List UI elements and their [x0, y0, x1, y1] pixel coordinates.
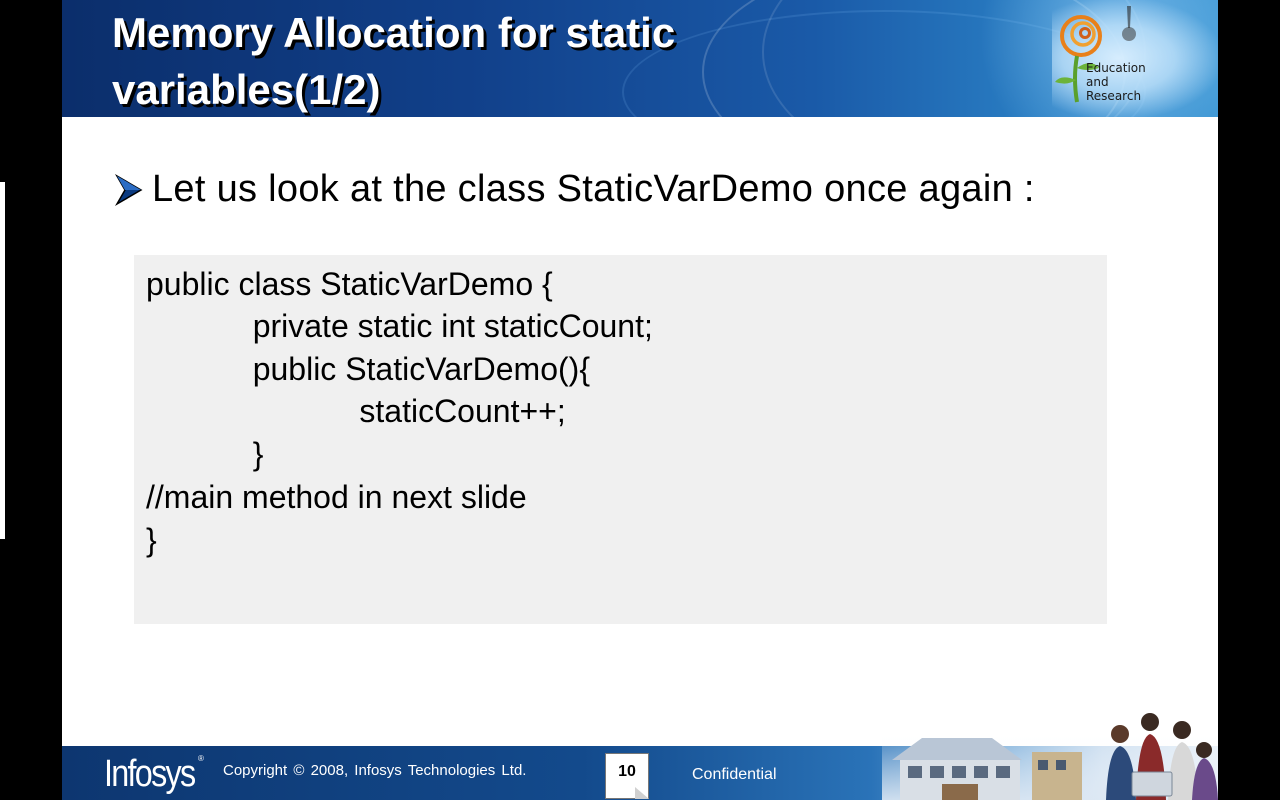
- page-title-line-2: variables(1/2): [112, 66, 381, 113]
- logo-caption: Education and Research: [1086, 61, 1146, 103]
- window-edge-line: [0, 182, 5, 539]
- code-line: private static int staticCount;: [146, 308, 653, 344]
- code-block: public class StaticVarDemo { private sta…: [134, 255, 1107, 624]
- page-title: Memory Allocation for static variables(1…: [112, 4, 832, 117]
- logo-caption-line: Research: [1086, 89, 1142, 103]
- page-fold-corner: [635, 787, 649, 799]
- confidential-label: Confidential: [692, 766, 777, 783]
- bullet-arrow-icon: [114, 173, 143, 206]
- registered-mark: ®: [198, 754, 204, 763]
- slide-header: Memory Allocation for static variables(1…: [62, 0, 1218, 117]
- copyright-text: Copyright © 2008, Infosys Technologies L…: [223, 762, 527, 779]
- logo-caption-line: and: [1086, 75, 1109, 89]
- code-line: public class StaticVarDemo {: [146, 266, 553, 302]
- page-title-line-1: Memory Allocation for static: [112, 9, 676, 56]
- page-number: 10: [618, 763, 636, 780]
- slide: Memory Allocation for static variables(1…: [62, 0, 1218, 800]
- code-line: staticCount++;: [146, 393, 566, 429]
- footer-photo: [882, 713, 1218, 800]
- code-line: }: [146, 436, 264, 472]
- code-line: //main method in next slide: [146, 479, 527, 515]
- bullet-text: Let us look at the class StaticVarDemo o…: [152, 168, 1035, 210]
- infosys-logo: Infosys: [104, 753, 196, 795]
- page-number-badge: 10: [605, 753, 649, 799]
- code-line: public StaticVarDemo(){: [146, 351, 590, 387]
- logo-caption-line: Education: [1086, 61, 1146, 75]
- bullet-item: Let us look at the class StaticVarDemo o…: [114, 168, 1174, 211]
- code-line: }: [146, 522, 157, 558]
